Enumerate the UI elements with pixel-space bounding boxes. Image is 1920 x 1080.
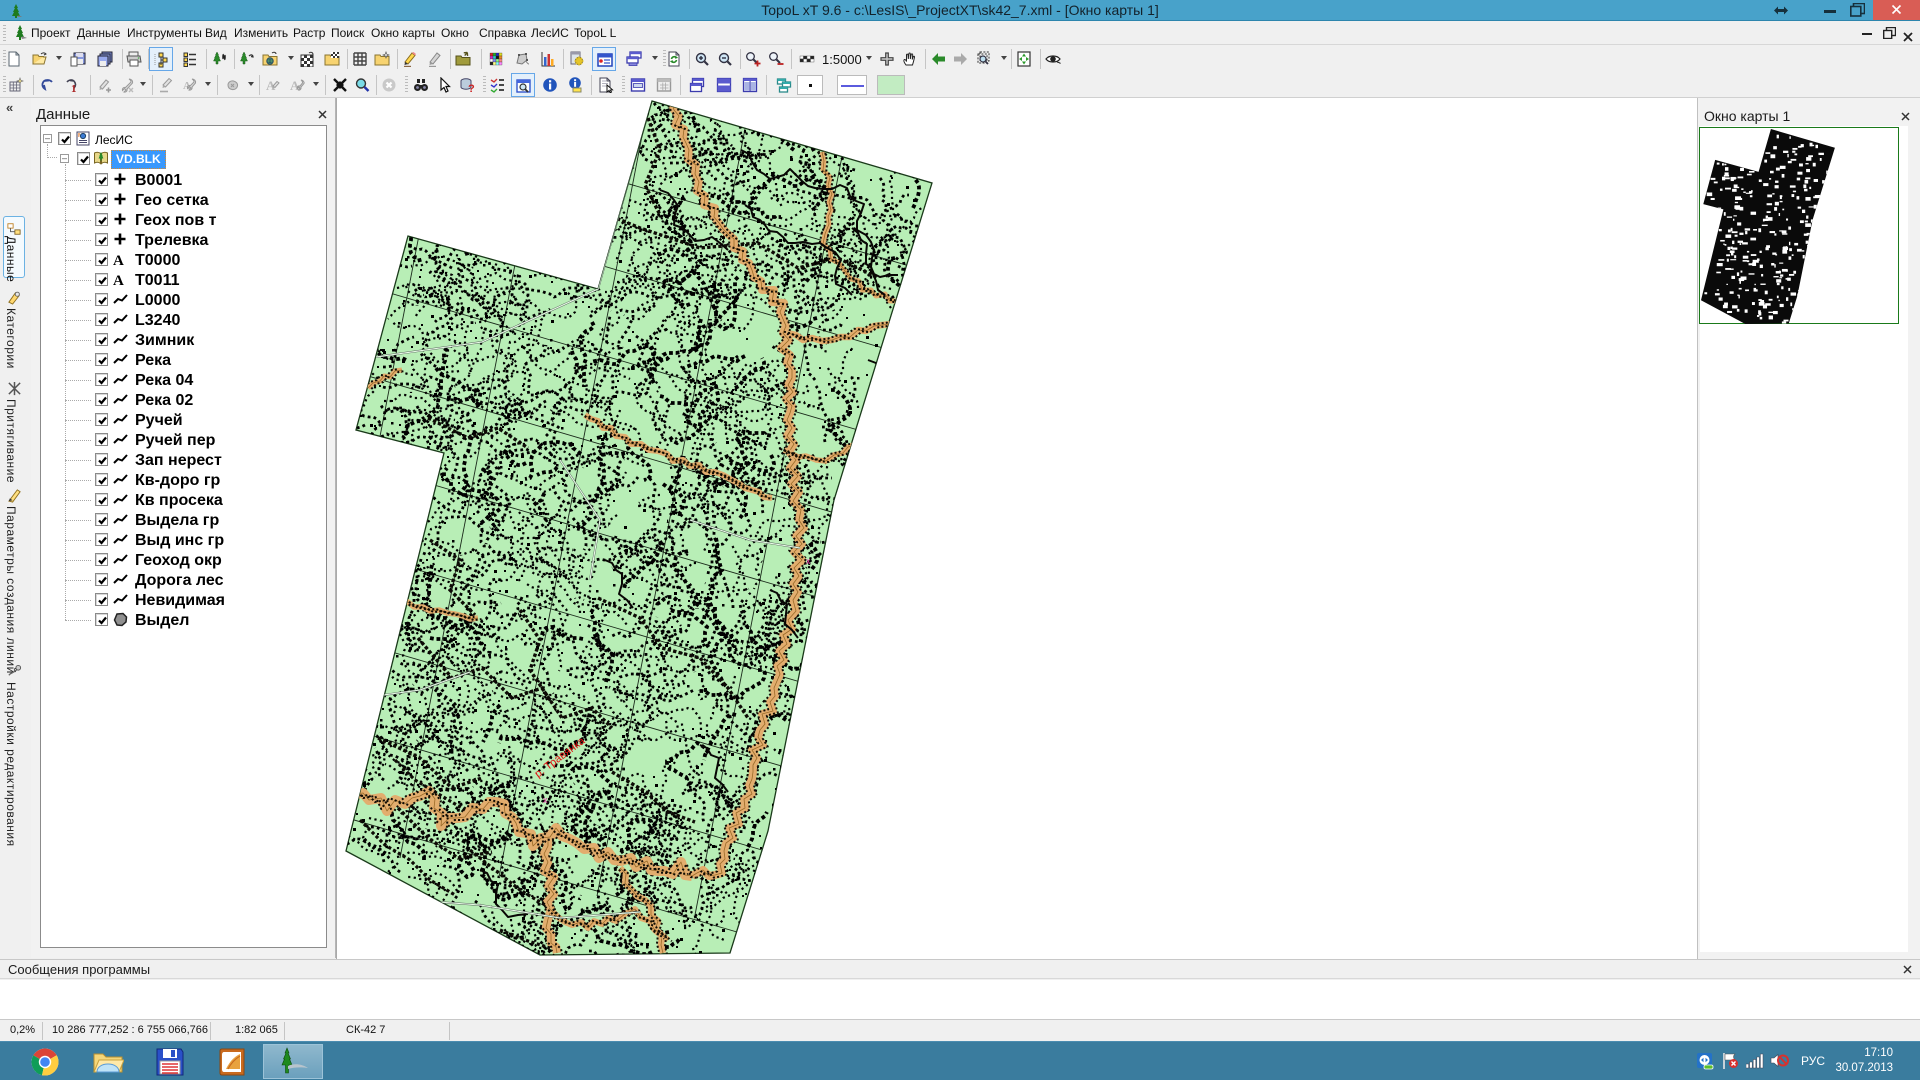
svg-text:1: 1 xyxy=(71,83,77,93)
svg-text:?: ? xyxy=(468,83,475,93)
svg-text:x: x xyxy=(806,556,811,566)
svg-text:x: x xyxy=(543,795,548,805)
